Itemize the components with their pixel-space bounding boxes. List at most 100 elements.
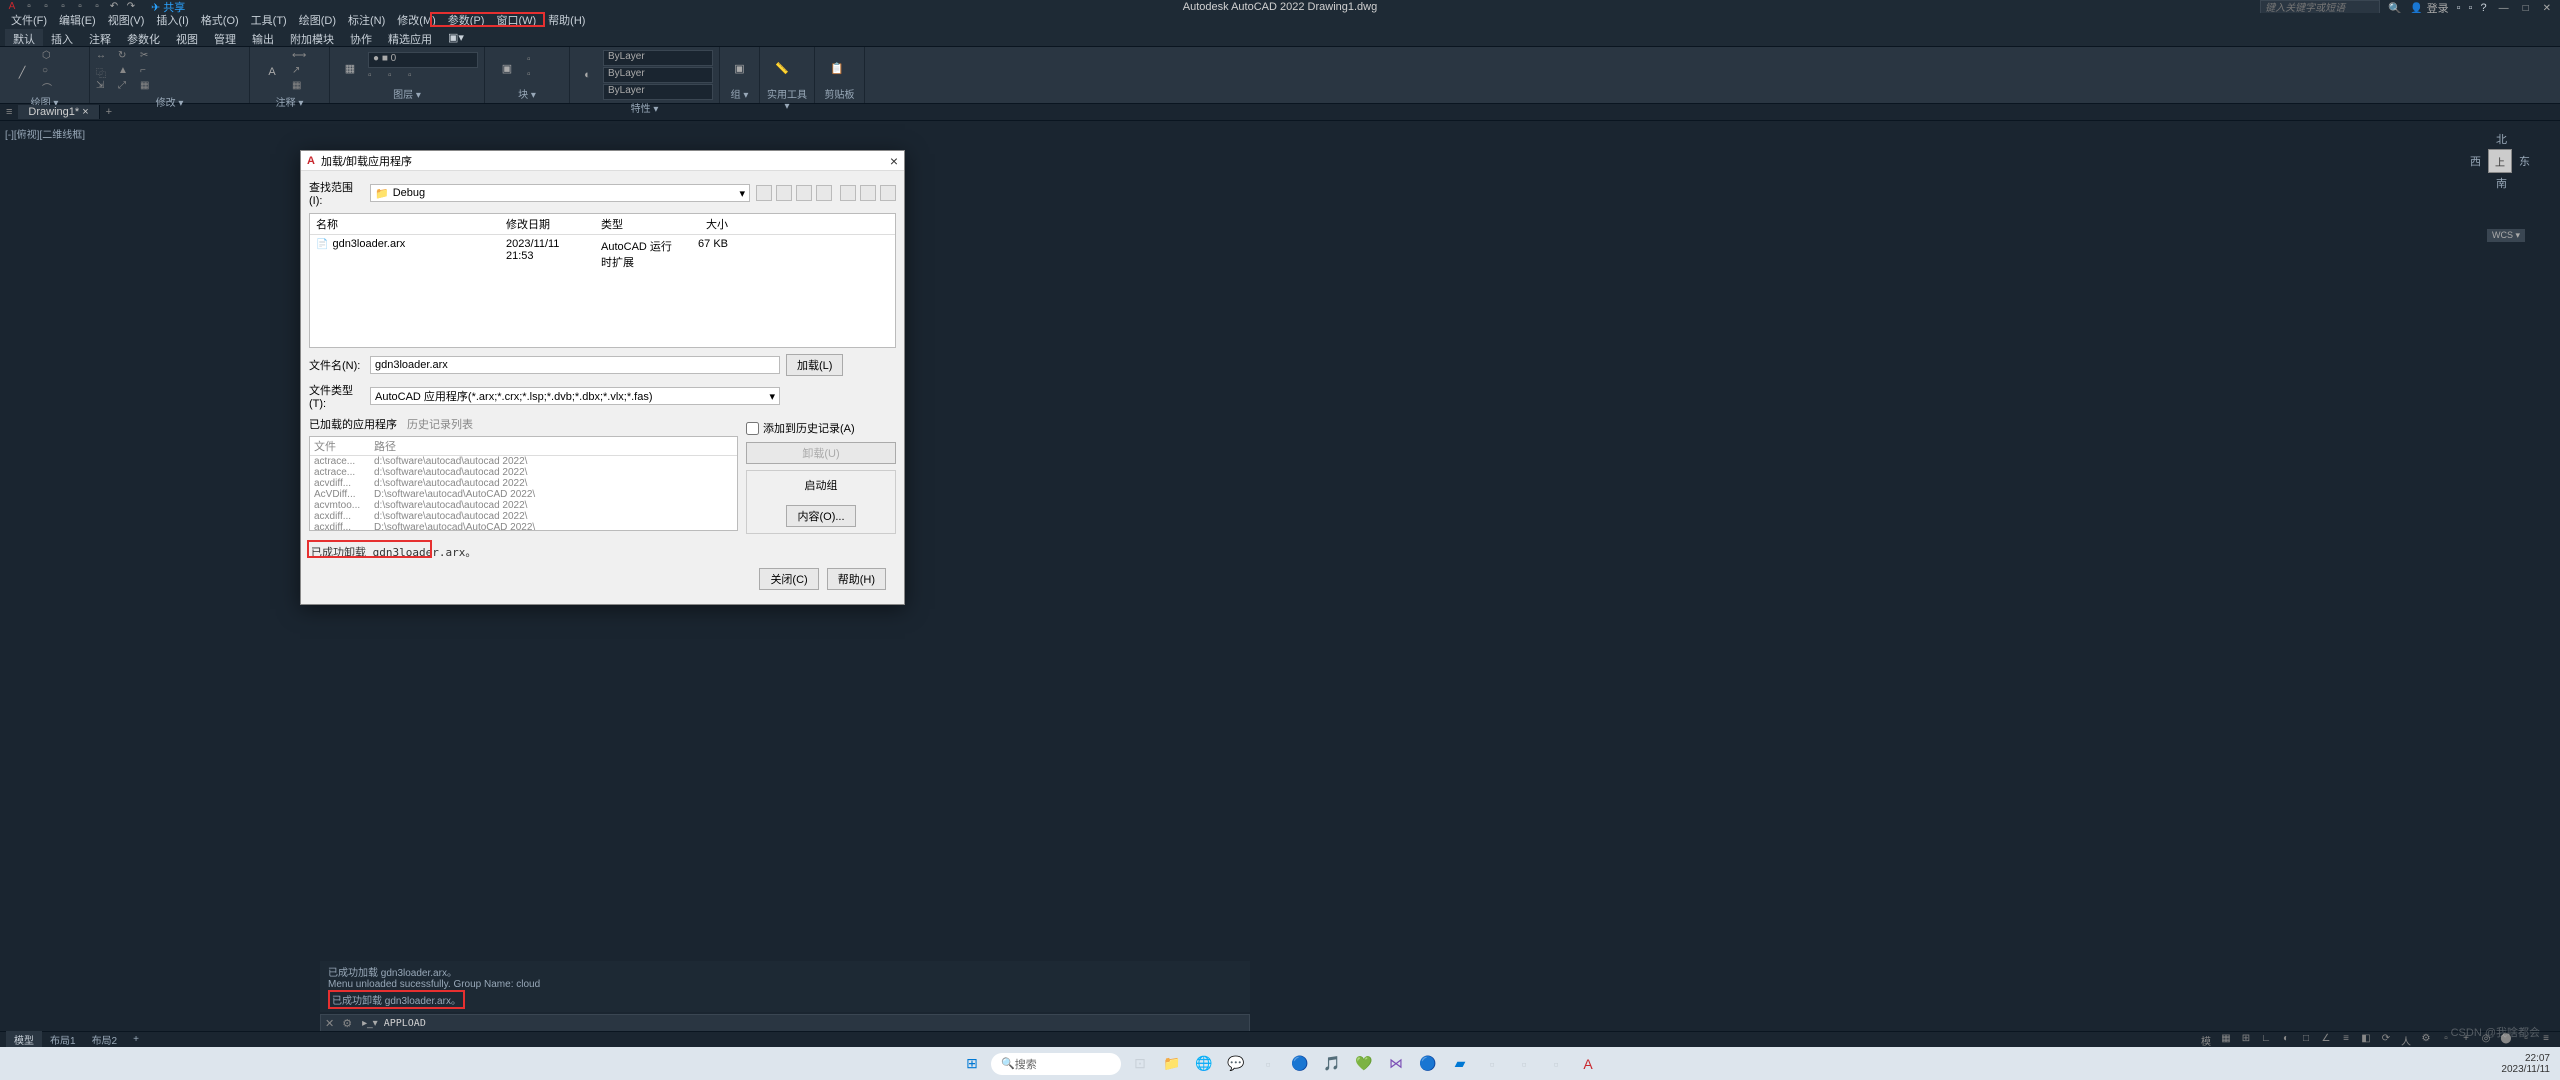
match-props-button[interactable]: ◐ — [576, 57, 599, 93]
transparency-button[interactable]: ◧ — [2358, 1033, 2374, 1047]
autocad-taskbar-icon[interactable]: A — [1575, 1051, 1601, 1077]
tab-addons[interactable]: 附加模块 — [282, 29, 342, 46]
vs-icon[interactable]: ⋈ — [1383, 1051, 1409, 1077]
content-button[interactable]: 内容(O)... — [786, 505, 855, 527]
menu-dimension[interactable]: 标注(N) — [342, 13, 391, 29]
filename-input[interactable] — [370, 356, 780, 374]
back-button[interactable] — [756, 185, 772, 201]
file-list[interactable]: 名称 修改日期 类型 大小 gdn3loader.arx 2023/11/11 … — [309, 213, 896, 348]
color-dropdown[interactable]: ByLayer — [603, 50, 713, 66]
redo-icon[interactable]: ↷ — [124, 0, 138, 14]
menu-format[interactable]: 格式(O) — [195, 13, 245, 29]
annotation-button[interactable]: 人 — [2398, 1033, 2414, 1047]
viewcube[interactable]: 北 东 南 西 上 — [2470, 131, 2530, 191]
chrome-icon[interactable]: 🔵 — [1287, 1051, 1313, 1077]
wcs-label[interactable]: WCS ▾ — [2487, 229, 2525, 242]
filetype-dropdown[interactable]: AutoCAD 应用程序(*.arx;*.crx;*.lsp;*.dvb;*.d… — [370, 387, 780, 405]
tab-default[interactable]: 默认 — [5, 29, 43, 46]
file-row[interactable]: gdn3loader.arx 2023/11/11 21:53 AutoCAD … — [310, 235, 895, 273]
customize-button[interactable]: ≡ — [2538, 1033, 2554, 1047]
viewcube-east[interactable]: 东 — [2519, 153, 2530, 169]
grid-button[interactable]: ▦ — [2218, 1033, 2234, 1047]
loaded-list[interactable]: 文件路径 actrace...d:\software\autocad\autoc… — [309, 436, 738, 531]
help-button[interactable]: 帮助(H) — [827, 568, 886, 590]
tab-annotate[interactable]: 注释 — [81, 29, 119, 46]
file-tab-drawing1[interactable]: Drawing1* × — [18, 105, 99, 119]
tab-view[interactable]: 视图 — [168, 29, 206, 46]
tab-expand-icon[interactable]: ▣▾ — [440, 29, 472, 46]
tab-collaborate[interactable]: 协作 — [342, 29, 380, 46]
otrack-button[interactable]: ∠ — [2318, 1033, 2334, 1047]
task-view-icon[interactable]: ⊡ — [1127, 1051, 1153, 1077]
ortho-button[interactable]: ∟ — [2258, 1033, 2274, 1047]
polar-button[interactable]: ◐ — [2278, 1033, 2294, 1047]
add-history-checkbox[interactable]: 添加到历史记录(A) — [746, 420, 896, 436]
unload-button[interactable]: 卸载(U) — [746, 442, 896, 464]
layer-lock-button[interactable]: ▫ — [408, 70, 426, 84]
layer-props-button[interactable]: ▦ — [336, 50, 364, 86]
open-icon[interactable]: ▫ — [39, 0, 53, 14]
measure-button[interactable]: 📏 — [766, 50, 798, 86]
plot-icon[interactable]: ▫ — [90, 0, 104, 14]
up-button[interactable] — [776, 185, 792, 201]
table-button[interactable]: ▦ — [292, 80, 310, 94]
workspace-button[interactable]: ⚙ — [2418, 1033, 2434, 1047]
layer-freeze-button[interactable]: ▫ — [388, 70, 406, 84]
view-menu-button[interactable] — [816, 185, 832, 201]
web-button[interactable] — [860, 185, 876, 201]
tab-parametric[interactable]: 参数化 — [119, 29, 168, 46]
tab-insert[interactable]: 插入 — [43, 29, 81, 46]
menu-edit[interactable]: 编辑(E) — [53, 13, 102, 29]
viewcube-north[interactable]: 北 — [2496, 131, 2507, 147]
tools-button[interactable] — [880, 185, 896, 201]
rotate-button[interactable]: ↻ — [118, 50, 136, 64]
start-tab-icon[interactable]: ≡ — [0, 106, 18, 118]
snap-button[interactable]: ⊞ — [2238, 1033, 2254, 1047]
add-layout-button[interactable]: + — [125, 1033, 147, 1046]
mirror-button[interactable]: ▲ — [118, 65, 136, 79]
insert-block-button[interactable]: ▣ — [491, 50, 523, 86]
folder-dropdown[interactable]: 📁Debug▾ — [370, 184, 750, 202]
edge-icon[interactable]: 🌐 — [1191, 1051, 1217, 1077]
osnap-button[interactable]: □ — [2298, 1033, 2314, 1047]
dialog-close-button[interactable]: × — [890, 153, 898, 169]
new-folder-button[interactable] — [796, 185, 812, 201]
scale-button[interactable]: ⤢ — [118, 80, 136, 94]
polyline-button[interactable]: ⬡ — [42, 50, 60, 64]
explorer-icon[interactable]: 📁 — [1159, 1051, 1185, 1077]
trim-button[interactable]: ✂ — [140, 50, 158, 64]
close-tab-icon[interactable]: × — [82, 106, 88, 118]
app2-icon[interactable]: ▫ — [1479, 1051, 1505, 1077]
list-item[interactable]: actrace...d:\software\autocad\autocad 20… — [310, 467, 737, 478]
menu-view[interactable]: 视图(V) — [102, 13, 151, 29]
linetype-dropdown[interactable]: ByLayer — [603, 84, 713, 100]
close-button[interactable]: 关闭(C) — [759, 568, 818, 590]
viewcube-west[interactable]: 西 — [2470, 153, 2481, 169]
lineweight-button[interactable]: ≡ — [2338, 1033, 2354, 1047]
layer-dropdown[interactable]: ● ■ 0 — [368, 52, 478, 68]
loaded-apps-tab[interactable]: 已加载的应用程序 — [309, 416, 397, 432]
menu-tools[interactable]: 工具(T) — [245, 13, 293, 29]
history-tab[interactable]: 历史记录列表 — [407, 416, 473, 432]
vscode-icon[interactable]: ▰ — [1447, 1051, 1473, 1077]
maximize-button[interactable]: □ — [2519, 3, 2533, 14]
minimize-button[interactable]: — — [2495, 3, 2513, 14]
app-icon[interactable]: ▫ — [1255, 1051, 1281, 1077]
list-item[interactable]: AcVDiff...D:\software\autocad\AutoCAD 20… — [310, 489, 737, 500]
list-item[interactable]: acvdiff...d:\software\autocad\autocad 20… — [310, 478, 737, 489]
chat-icon[interactable]: 💬 — [1223, 1051, 1249, 1077]
save-icon[interactable]: ▫ — [56, 0, 70, 14]
find-button[interactable] — [840, 185, 856, 201]
col-name[interactable]: 名称 — [310, 214, 500, 234]
col-date[interactable]: 修改日期 — [500, 214, 595, 234]
browser-icon[interactable]: 🔵 — [1415, 1051, 1441, 1077]
copy-button[interactable]: ⿻ — [96, 65, 114, 79]
menu-insert[interactable]: 插入(I) — [150, 13, 194, 29]
tab-manage[interactable]: 管理 — [206, 29, 244, 46]
load-button[interactable]: 加载(L) — [786, 354, 843, 376]
saveas-icon[interactable]: ▫ — [73, 0, 87, 14]
arc-button[interactable]: ⌒ — [42, 80, 60, 94]
app4-icon[interactable]: ▫ — [1543, 1051, 1569, 1077]
add-tab-button[interactable]: + — [100, 106, 118, 118]
layout2-tab[interactable]: 布局2 — [84, 1031, 126, 1048]
